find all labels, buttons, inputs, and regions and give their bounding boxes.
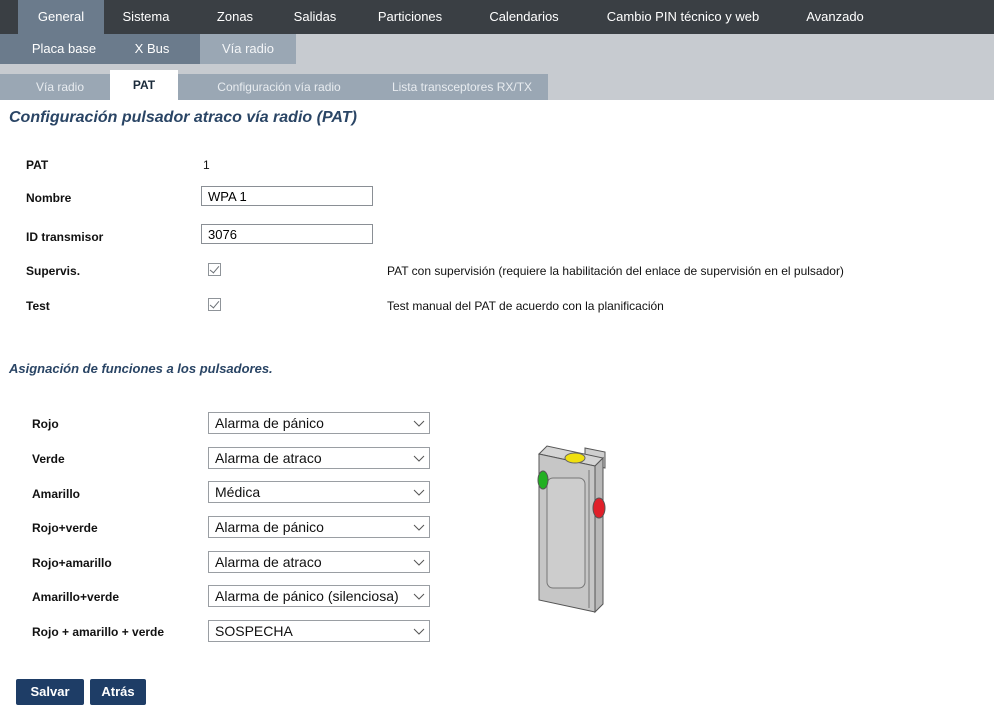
chevron-down-icon [413,524,425,531]
checkmark-icon [209,298,220,309]
assignment-label-rojo-amarillo: Rojo+amarillo [32,556,112,570]
chevron-down-icon [413,489,425,496]
assignment-select-rojo-verde[interactable]: Alarma de pánico [208,516,430,538]
page-title: Configuración pulsador atraco vía radio … [9,109,357,126]
assignment-select-value: Alarma de pánico (silenciosa) [215,588,399,604]
nombre-input[interactable] [201,186,373,206]
assignment-select-value: Alarma de pánico [215,519,324,535]
pat-value: 1 [203,158,210,172]
pat-label: PAT [26,158,49,172]
tab-cambio-pin[interactable]: Cambio PIN técnico y web [588,0,778,34]
subtab-configuracion-via-radio[interactable]: Configuración vía radio [192,74,366,100]
assignment-label-amarillo-verde: Amarillo+verde [32,590,120,604]
save-button[interactable]: Salvar [16,679,84,705]
assignment-label-rojo: Rojo [32,417,59,431]
panic-button-device-image [537,445,606,614]
tab-sistema[interactable]: Sistema [110,0,182,34]
id-transmisor-input[interactable] [201,224,373,244]
tab-zonas[interactable]: Zonas [206,0,264,34]
chevron-down-icon [413,420,425,427]
test-description: Test manual del PAT de acuerdo con la pl… [387,299,664,313]
test-checkbox[interactable] [208,298,221,311]
assignment-select-verde[interactable]: Alarma de atraco [208,447,430,469]
tab-calendarios[interactable]: Calendarios [474,0,574,34]
assignment-select-amarillo-verde[interactable]: Alarma de pánico (silenciosa) [208,585,430,607]
supervis-label: Supervis. [26,264,81,278]
id-transmisor-label: ID transmisor [26,230,104,244]
assignment-title: Asignación de funciones a los pulsadores… [9,361,273,376]
tab-via-radio[interactable]: Vía radio [200,34,296,64]
secondary-nav: Placa base X Bus Vía radio [0,34,994,64]
assignment-label-verde: Verde [32,452,65,466]
assignment-label-rojo-amarillo-verde: Rojo + amarillo + verde [32,625,165,639]
subtab-pat[interactable]: PAT [110,70,178,100]
tab-particiones[interactable]: Particiones [364,0,456,34]
assignment-select-value: Alarma de atraco [215,450,322,466]
supervis-checkbox[interactable] [208,263,221,276]
chevron-down-icon [413,628,425,635]
primary-nav: General Sistema Zonas Salidas Particione… [0,0,994,34]
assignment-select-value: SOSPECHA [215,623,293,639]
assignment-select-value: Alarma de pánico [215,415,324,431]
assignment-select-rojo-amarillo[interactable]: Alarma de atraco [208,551,430,573]
chevron-down-icon [413,593,425,600]
subtab-via-radio[interactable]: Vía radio [20,74,100,100]
assignment-select-rojo[interactable]: Alarma de pánico [208,412,430,434]
nombre-label: Nombre [26,191,72,205]
chevron-down-icon [413,559,425,566]
back-button[interactable]: Atrás [90,679,146,705]
test-label: Test [26,299,50,313]
chevron-down-icon [413,455,425,462]
assignment-select-rojo-amarillo-verde[interactable]: SOSPECHA [208,620,430,642]
assignment-select-value: Médica [215,484,261,500]
tab-salidas[interactable]: Salidas [284,0,346,34]
assignment-select-amarillo[interactable]: Médica [208,481,430,503]
tab-general[interactable]: General [18,0,104,34]
assignment-label-amarillo: Amarillo [32,487,81,501]
tab-avanzado[interactable]: Avanzado [790,0,880,34]
assignment-select-value: Alarma de atraco [215,554,322,570]
checkmark-icon [209,263,220,274]
tertiary-nav: Vía radio PAT Configuración vía radio Li… [0,64,994,100]
assignment-label-rojo-verde: Rojo+verde [32,521,98,535]
tab-placa-base[interactable]: Placa base [20,34,108,64]
subtab-lista-transceptores[interactable]: Lista transceptores RX/TX [376,74,548,100]
tab-x-bus[interactable]: X Bus [116,34,188,64]
supervis-description: PAT con supervisión (requiere la habilit… [387,264,844,278]
